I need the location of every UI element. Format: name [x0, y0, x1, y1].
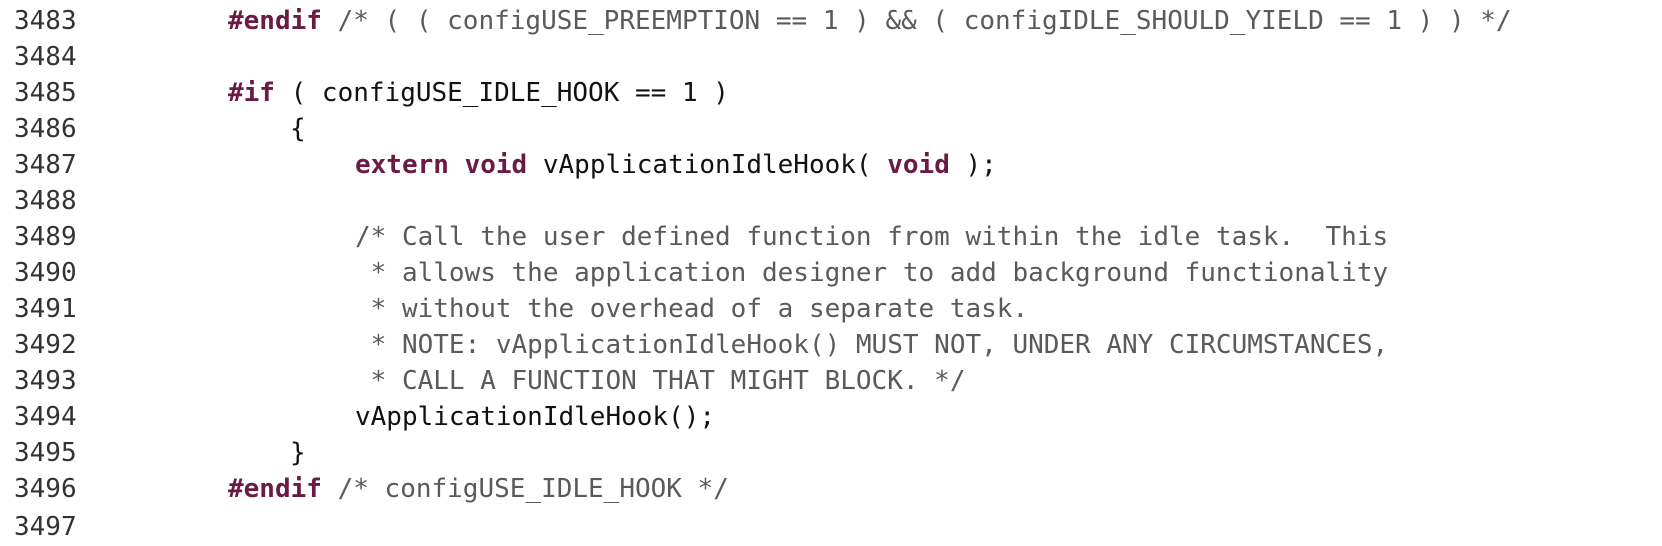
code-line: 3490 * allows the application designer t…	[0, 254, 1662, 292]
code-content: vApplicationIdleHook();	[355, 398, 715, 436]
line-number: 3492	[14, 330, 77, 360]
code-token: }	[290, 438, 306, 468]
code-token: vApplicationIdleHook();	[355, 402, 716, 432]
keyword-token: void	[887, 150, 950, 180]
line-number: 3491	[14, 294, 77, 324]
comment-token: * NOTE: vApplicationIdleHook() MUST NOT,…	[355, 330, 1389, 360]
comment-token: * CALL A FUNCTION THAT MIGHT BLOCK. */	[355, 366, 966, 396]
line-number: 3489	[14, 222, 77, 252]
keyword-token: void	[464, 150, 528, 180]
comment-token: * allows the application designer to add…	[355, 258, 1389, 288]
line-number: 3485	[14, 78, 77, 108]
code-line: 3485 #if ( configUSE_IDLE_HOOK == 1 )	[0, 74, 1662, 112]
line-number: 3484	[14, 42, 77, 72]
comment-token: /* configUSE_IDLE_HOOK */	[321, 474, 729, 504]
code-line: 3483 #endif /* ( ( configUSE_PREEMPTION =…	[0, 2, 1662, 40]
code-content: * CALL A FUNCTION THAT MIGHT BLOCK. */	[355, 362, 966, 400]
code-token: vApplicationIdleHook(	[527, 150, 888, 180]
line-number: 3483	[14, 6, 77, 36]
code-content: #if ( configUSE_IDLE_HOOK == 1 )	[228, 74, 729, 112]
line-number: 3490	[14, 258, 77, 288]
code-line: 3493 * CALL A FUNCTION THAT MIGHT BLOCK.…	[0, 362, 1662, 400]
keyword-token: extern	[355, 150, 449, 180]
code-content: #endif /* ( ( configUSE_PREEMPTION == 1 …	[228, 2, 1512, 40]
code-line: 3496 #endif /* configUSE_IDLE_HOOK */	[0, 470, 1662, 508]
code-line: 3494 vApplicationIdleHook();	[0, 398, 1662, 436]
code-viewer: 3483 #endif /* ( ( configUSE_PREEMPTION =…	[0, 0, 1662, 546]
code-content: extern void vApplicationIdleHook( void )…	[355, 146, 997, 184]
code-line: 3488	[0, 182, 1662, 220]
line-number: 3495	[14, 438, 77, 468]
keyword-token: #if	[228, 78, 275, 108]
code-content: }	[290, 434, 306, 472]
line-number: 3497	[14, 512, 77, 542]
keyword-token: #endif	[228, 6, 322, 36]
comment-token: /* Call the user defined function from w…	[355, 222, 1389, 252]
code-line: 3486 {	[0, 110, 1662, 148]
line-number: 3486	[14, 114, 77, 144]
line-number: 3487	[14, 150, 77, 180]
code-content: * NOTE: vApplicationIdleHook() MUST NOT,…	[355, 326, 1388, 364]
code-content: #endif /* configUSE_IDLE_HOOK */	[228, 470, 729, 508]
keyword-token: #endif	[228, 474, 322, 504]
code-content: /* Call the user defined function from w…	[355, 218, 1388, 256]
code-content: * allows the application designer to add…	[355, 254, 1388, 292]
code-token: ( configUSE_IDLE_HOOK == 1 )	[274, 78, 729, 108]
code-token: );	[949, 150, 997, 180]
code-line: 3497	[0, 508, 1662, 546]
line-number: 3496	[14, 474, 77, 504]
code-line: 3492 * NOTE: vApplicationIdleHook() MUST…	[0, 326, 1662, 364]
code-line: 3484	[0, 38, 1662, 76]
code-token: {	[290, 114, 306, 144]
code-line: 3489 /* Call the user defined function fr…	[0, 218, 1662, 256]
code-line: 3487 extern void vApplicationIdleHook( vo…	[0, 146, 1662, 184]
code-line: 3491 * without the overhead of a separat…	[0, 290, 1662, 328]
line-number: 3488	[14, 186, 77, 216]
code-content: {	[290, 110, 306, 148]
comment-token: /* ( ( configUSE_PREEMPTION == 1 ) && ( …	[321, 6, 1512, 36]
comment-token: * without the overhead of a separate tas…	[355, 294, 1029, 324]
code-line: 3495}	[0, 434, 1662, 472]
line-number: 3494	[14, 402, 77, 432]
line-number: 3493	[14, 366, 77, 396]
code-content: * without the overhead of a separate tas…	[355, 290, 1028, 328]
